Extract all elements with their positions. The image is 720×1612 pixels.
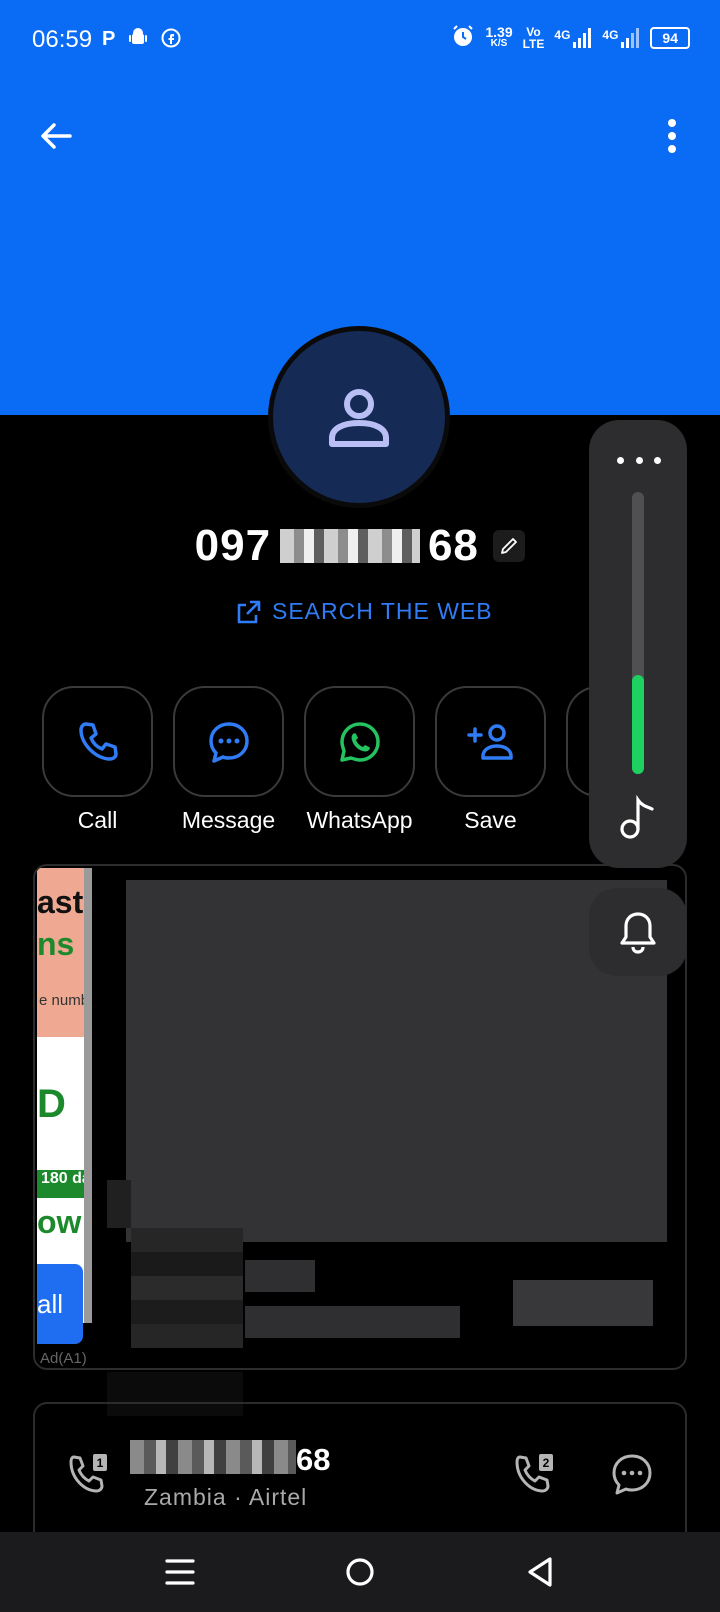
svg-text:2: 2 [543,1456,550,1470]
ad-text-placeholder [245,1306,460,1338]
facebook-icon [161,28,181,54]
redaction-block [131,1228,243,1252]
more-options-button[interactable] [644,108,700,164]
contact-avatar [268,326,450,508]
message-button[interactable]: Message [173,686,284,834]
circle-home-icon [346,1558,374,1586]
redaction-block [131,1252,243,1276]
triangle-back-icon [528,1557,552,1587]
action-buttons: Call Message WhatsApp Save [42,686,546,834]
info-number-suffix: 68 [296,1442,331,1477]
home-button[interactable] [330,1544,390,1600]
recents-button[interactable] [150,1544,210,1600]
status-indicators: 1.39 K/S Vo LTE 4G 4G 94 [451,24,690,51]
whatsapp-button[interactable]: WhatsApp [304,686,415,834]
ad-media-placeholder[interactable] [126,880,667,1242]
status-bar: 06:59 P 1.39 K/S Vo LTE 4G 4G 94 [0,0,720,80]
whatsapp-icon [339,721,380,762]
p-icon: P [102,28,116,50]
send-message-button[interactable] [604,1446,660,1502]
number-suffix: 68 [427,521,479,570]
call-sim2-button[interactable]: 2 [506,1446,562,1502]
volume-level-fill [632,675,644,774]
android-icon [129,28,148,54]
svg-text:1: 1 [97,1456,104,1470]
redacted-info-number [130,1440,296,1474]
volte-indicator: Vo LTE [522,24,545,51]
external-link-icon [237,600,261,623]
alarm-icon [451,24,475,51]
phone-sim1-icon: 1 [69,1454,107,1493]
ad-title-placeholder [245,1260,315,1292]
volume-more-button[interactable] [617,450,661,470]
ad-label: Ad(A1) [40,1350,87,1367]
redaction-block [131,1276,243,1300]
menu-icon [165,1559,195,1585]
back-button[interactable] [28,108,84,164]
info-subtitle: Zambia · Airtel [144,1484,308,1510]
network-speed: 1.39 K/S [485,23,513,49]
edit-number-button[interactable] [493,530,526,562]
add-contact-icon [466,723,513,760]
search-web-link[interactable]: SEARCH THE WEB [236,598,493,625]
redacted-digits [279,529,420,563]
system-back-button[interactable] [510,1544,570,1600]
phone-sim2-icon: 2 [515,1454,553,1493]
call-sim1-button[interactable]: 1 [60,1446,116,1502]
number-prefix: 097 [194,521,272,570]
ad-cta-button[interactable] [513,1280,653,1326]
save-button[interactable]: Save [435,686,546,834]
status-time: 06:59 [32,26,93,53]
signal-sim1: 4G [554,27,592,48]
bell-icon [620,912,656,954]
music-note-icon [613,792,663,842]
phone-icon [78,721,118,761]
call-button[interactable]: Call [42,686,153,834]
message-icon [208,721,249,763]
search-web-label: SEARCH THE WEB [272,598,493,624]
more-vertical-icon [668,119,676,153]
status-app-icons: P [102,28,181,54]
ad-call-button[interactable]: all [37,1264,83,1344]
battery-indicator: 94 [650,26,690,49]
volume-slider[interactable] [632,492,644,774]
ringer-mode-button[interactable] [589,888,687,976]
system-nav-bar [0,1532,720,1612]
volume-panel [589,420,687,868]
redaction-block [131,1300,243,1324]
pencil-icon [501,538,518,554]
person-icon [329,389,389,447]
ad-banner[interactable]: ast ns e numb D 180 da ow [37,868,92,1323]
arrow-left-icon [41,123,72,149]
chat-bubble-icon [612,1454,652,1495]
redaction-block [107,1180,131,1228]
redaction-block [131,1324,243,1348]
signal-sim2: 4G [602,27,640,48]
